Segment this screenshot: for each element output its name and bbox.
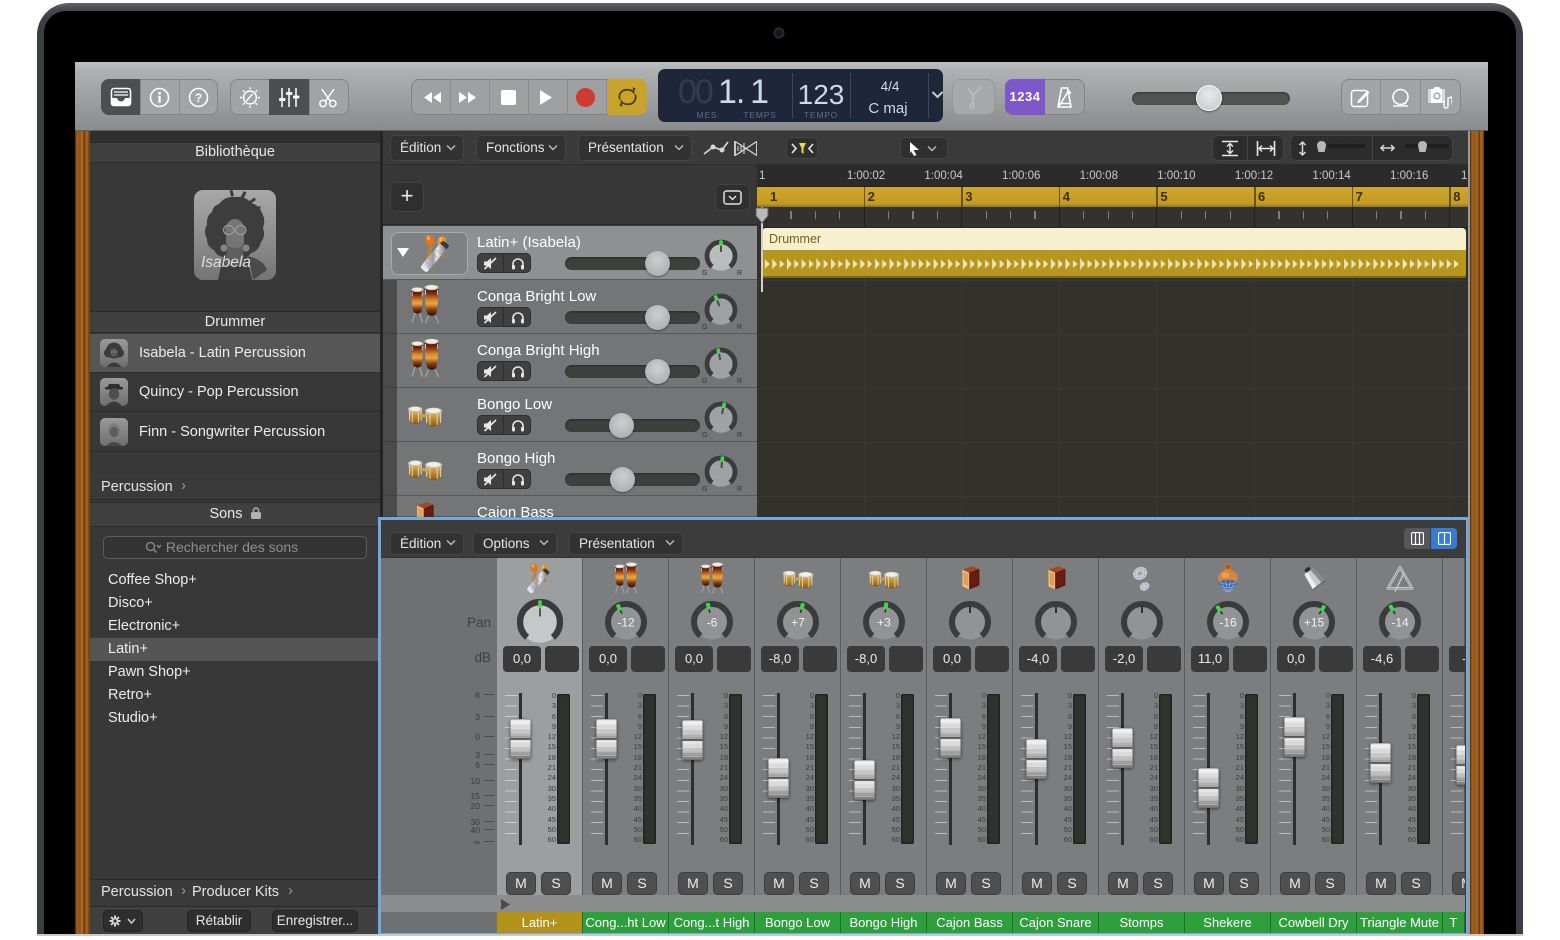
svg-text:+15: +15 [1304, 616, 1325, 630]
svg-text:-12: -12 [617, 616, 635, 630]
svg-text:-14: -14 [1391, 616, 1409, 630]
svg-text:+7: +7 [791, 616, 805, 630]
svg-text:Isabela: Isabela [201, 254, 251, 271]
svg-text:-6: -6 [707, 616, 718, 630]
svg-text:?: ? [195, 91, 202, 105]
svg-text:+3: +3 [877, 616, 891, 630]
svg-text:-16: -16 [1219, 616, 1237, 630]
